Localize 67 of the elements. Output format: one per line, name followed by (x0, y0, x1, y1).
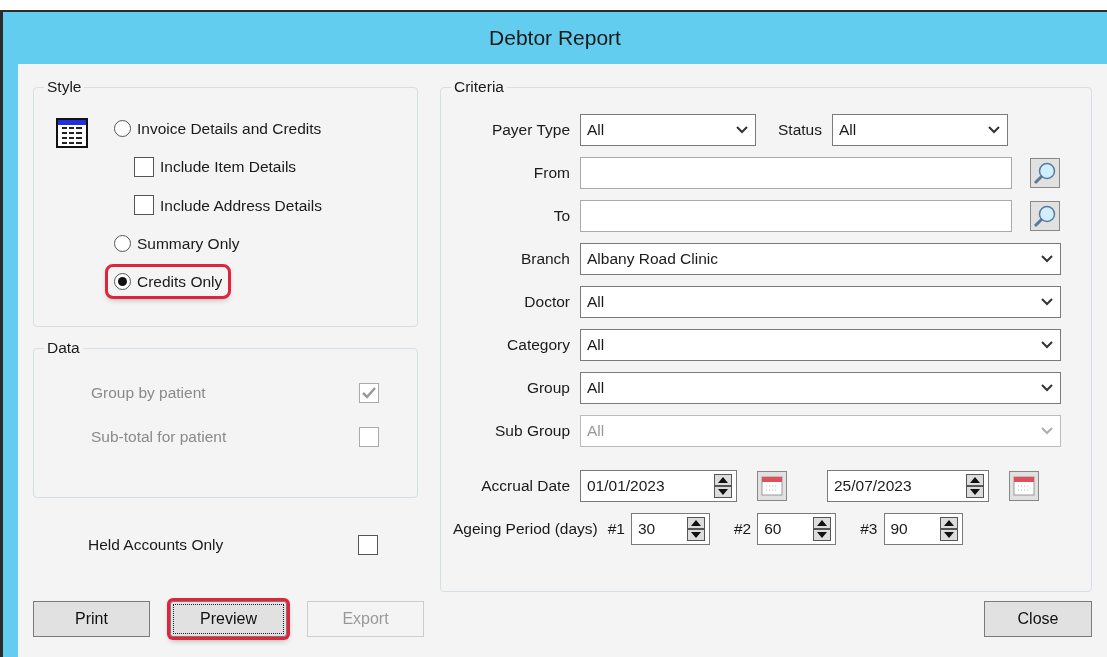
field-label: Accrual Date (480, 475, 570, 496)
dropdown[interactable]: All (580, 371, 1061, 404)
radio-button[interactable] (114, 234, 131, 252)
field-label: Sub Group (494, 420, 570, 441)
text-field[interactable] (580, 199, 1012, 232)
chevron-down-icon (1040, 382, 1054, 393)
radio-button[interactable] (114, 120, 131, 138)
checkbox-label: Include Address Details (160, 195, 322, 216)
calendar-button[interactable] (1009, 470, 1039, 501)
spin-field[interactable]: 90 (883, 512, 963, 545)
field-label: Doctor (523, 291, 570, 312)
option-label: Sub-total for patient (91, 427, 227, 448)
dropdown[interactable]: Albany Road Clinic (580, 242, 1061, 275)
chevron-down-icon (1040, 296, 1054, 307)
spinner-icon[interactable] (966, 473, 984, 498)
option-label: Held Accounts Only (88, 535, 224, 555)
chevron-down-icon (1040, 253, 1054, 264)
spinner-icon[interactable] (939, 516, 958, 541)
spin-field[interactable]: 60 (757, 512, 837, 545)
dropdown[interactable]: All (580, 285, 1061, 318)
dropdown[interactable]: All (580, 328, 1061, 361)
chevron-down-icon (1040, 339, 1054, 350)
field-label: #2 (734, 518, 752, 539)
checkbox[interactable] (134, 156, 154, 177)
checkbox-label: Include Item Details (160, 157, 297, 178)
chevron-down-icon (1040, 425, 1054, 436)
action-button[interactable]: Preview (170, 601, 287, 637)
window-title: Debtor Report (489, 25, 621, 52)
field-label: #1 (607, 518, 625, 539)
radio-option[interactable]: Invoice Details and Credits (108, 114, 328, 144)
field-label: #3 (860, 518, 878, 539)
spin-field[interactable]: 25/07/2023 (827, 469, 989, 502)
chevron-down-icon (986, 124, 1001, 135)
close-button[interactable]: Close (984, 601, 1092, 637)
radio-button[interactable] (114, 273, 131, 291)
field-label: Ageing Period (days) (453, 518, 598, 539)
checkbox[interactable] (134, 195, 154, 216)
search-button[interactable] (1030, 200, 1060, 231)
radio-option[interactable]: Summary Only (108, 228, 246, 258)
text-field[interactable] (580, 156, 1012, 189)
dropdown[interactable]: All (580, 113, 756, 146)
search-button[interactable] (1030, 157, 1060, 188)
field-label: Group (525, 377, 570, 398)
group-title: Style (44, 78, 85, 96)
checkbox[interactable] (358, 534, 378, 555)
field-label: Branch (519, 248, 570, 269)
table-icon (56, 118, 88, 148)
spinner-icon[interactable] (714, 473, 732, 498)
spin-field[interactable]: 01/01/2023 (580, 469, 737, 502)
field-label: Category (506, 334, 570, 355)
field-label: To (552, 205, 570, 226)
spinner-icon[interactable] (687, 516, 705, 541)
option-label: Group by patient (91, 383, 206, 403)
radio-option[interactable]: Credits Only (108, 267, 229, 297)
field-label: Status (778, 119, 822, 140)
calendar-icon (761, 475, 783, 496)
calendar-icon (1013, 475, 1035, 496)
chevron-down-icon (735, 124, 749, 135)
field-label: Payer Type (490, 119, 570, 140)
search-icon (1033, 160, 1057, 185)
calendar-button[interactable] (757, 470, 787, 501)
search-icon (1033, 203, 1057, 228)
spinner-icon[interactable] (813, 516, 832, 541)
action-button[interactable]: Print (33, 601, 150, 637)
field-label: From (532, 162, 570, 183)
dropdown[interactable]: All (831, 113, 1008, 146)
spin-field[interactable]: 30 (631, 512, 710, 545)
